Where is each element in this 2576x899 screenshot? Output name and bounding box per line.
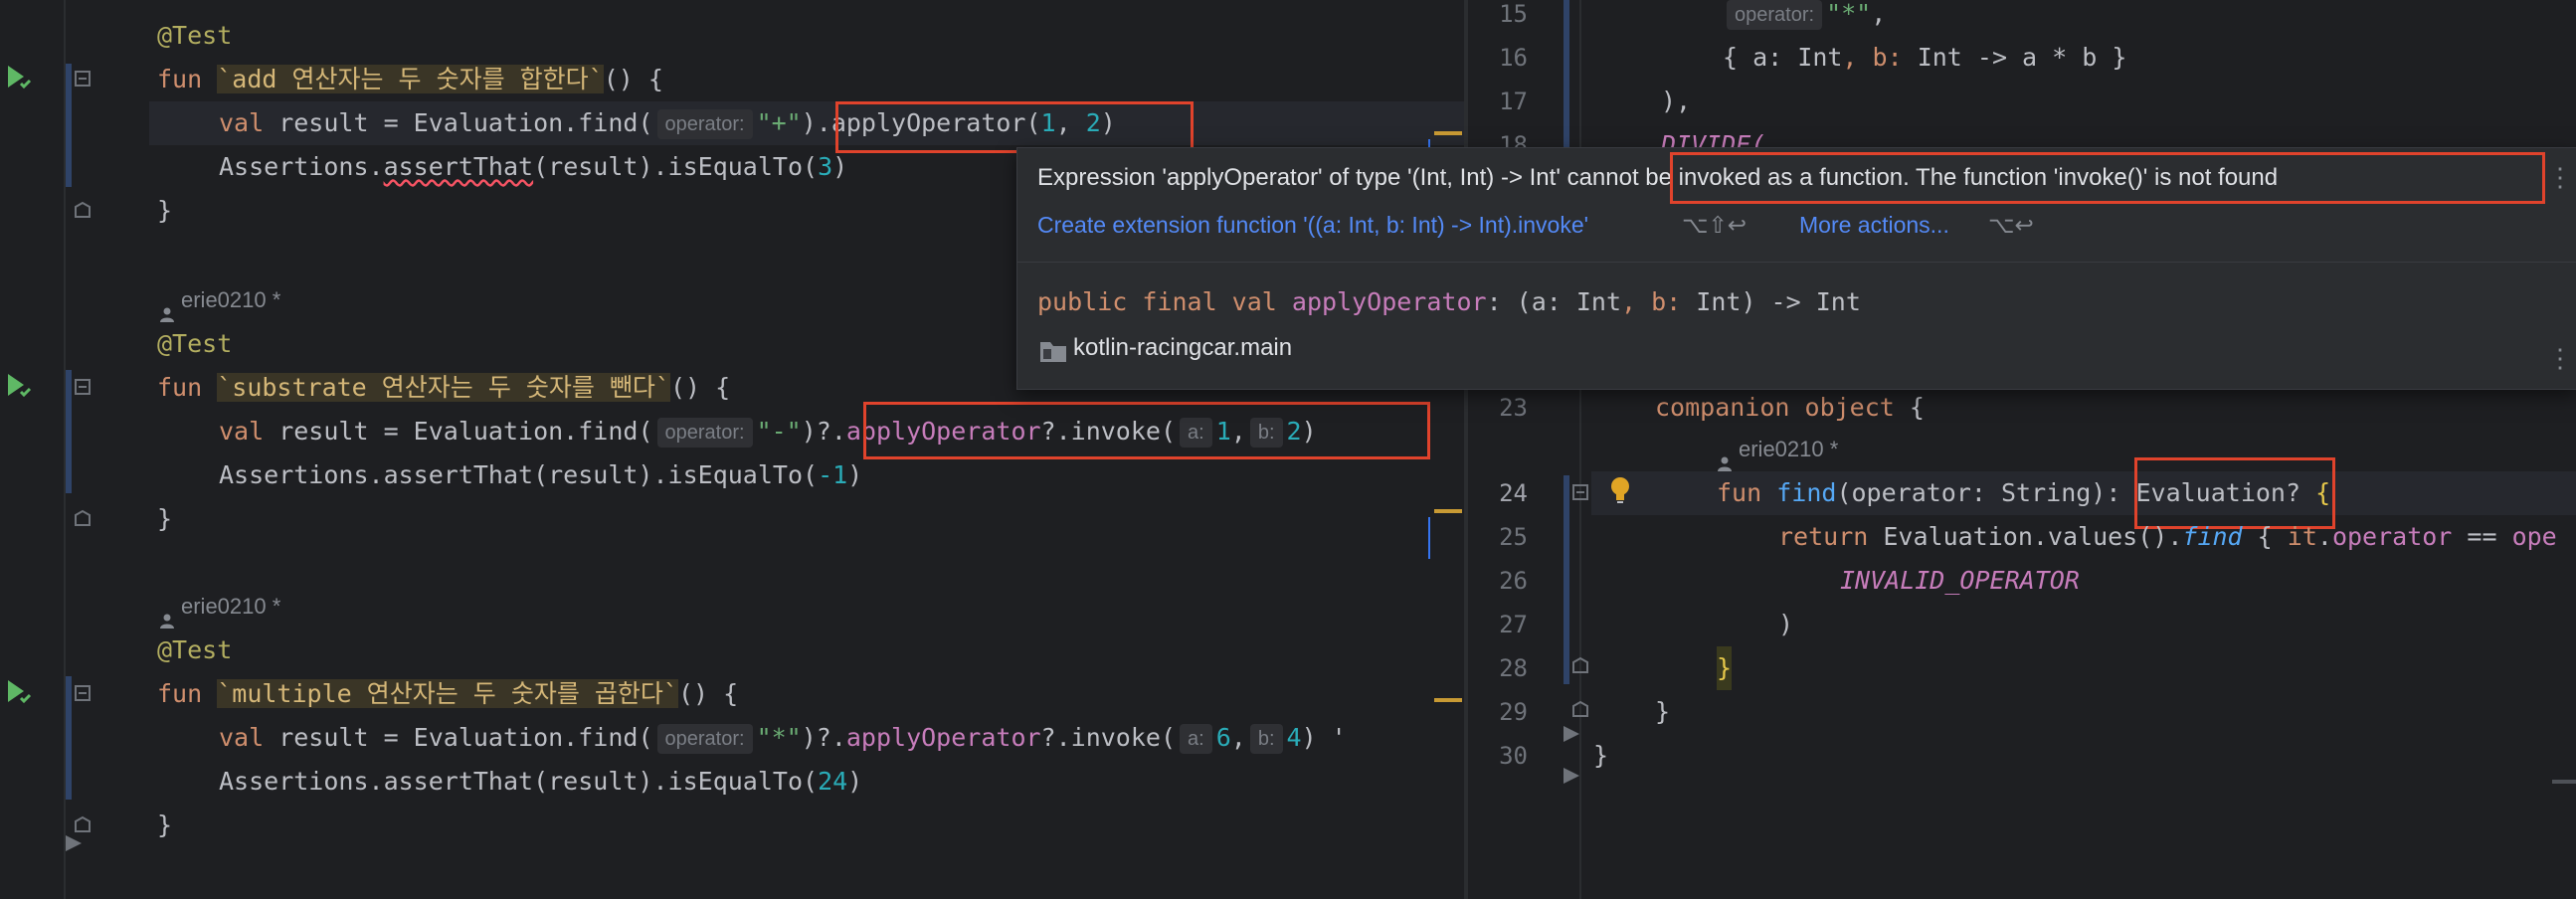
more-actions-link[interactable]: More actions... [1799,212,1949,239]
param-hint: b: [1249,724,1283,754]
bookmark-arrow-icon[interactable] [64,833,84,857]
fold-end-icon[interactable] [1571,656,1589,678]
declaration-signature: public final val applyOperator: (a: Int,… [1037,287,1861,316]
author-icon [159,600,175,629]
more-actions-shortcut: ⌥↩ [1988,212,2034,238]
test-annotation: @Test [157,21,233,50]
param-hint: operator: [656,418,753,448]
code-line-assert: Assertions.assertThat(result).isEqualTo(… [219,460,863,489]
line-number: 24 [1499,479,1528,507]
more-options-icon[interactable]: ⋮ [2547,162,2573,193]
closing-brace: } [157,196,173,225]
module-folder-icon [1039,339,1067,367]
line-number: 28 [1499,654,1528,682]
line-number: 30 [1499,742,1528,770]
test-function-declaration: fun `multiple 연산자는 두 숫자를 곱한다`() { [157,679,739,708]
module-name[interactable]: kotlin-racingcar.main [1073,334,1292,362]
test-name: `multiple 연산자는 두 숫자를 곱한다` [217,679,678,708]
code-line: ) [1778,610,1794,638]
run-test-icon[interactable] [4,62,34,95]
test-name: `substrate 연산자는 두 숫자를 뺀다` [217,373,670,402]
blame-annotation: erie0210 * [159,585,280,629]
vcs-change-marker[interactable] [1564,475,1569,684]
left-editor-pane[interactable]: erie0210 * @Test fun `add 연산자는 두 숫자를 합한다… [0,0,1464,899]
vcs-change-marker[interactable] [66,370,72,493]
fold-end-icon[interactable] [74,509,92,531]
lightbulb-icon[interactable] [1607,475,1633,509]
code-line: ), [1661,87,1692,115]
line-number: 26 [1499,567,1528,595]
param-hint: a: [1180,724,1212,754]
closing-brace: } [157,810,173,839]
error-tooltip-popup[interactable]: Expression 'applyOperator' of type '(Int… [1016,147,2576,390]
test-name: `add 연산자는 두 숫자를 합한다` [217,65,604,93]
create-extension-function-link[interactable]: Create extension function '((a: Int, b: … [1037,212,1588,239]
caret-row-marker [1428,517,1430,559]
bookmark-arrow-icon[interactable] [1562,766,1581,790]
code-line: { a: Int, b: Int -> a * b } [1723,43,2127,72]
code-line: companion object { [1655,393,1925,422]
line-number: 17 [1499,88,1528,115]
code-line: INVALID_OPERATOR [1840,566,2080,595]
line-number: 27 [1499,611,1528,638]
line-number: 23 [1499,394,1528,422]
line-number: 16 [1499,44,1528,72]
code-line-invoke-call: val result = Evaluation.find(operator: "*… [219,723,1347,754]
fold-end-icon[interactable] [74,201,92,223]
author-icon [159,293,175,323]
code-line: } [1717,646,1733,690]
param-hint: operator: [1727,0,1823,30]
test-function-declaration: fun `substrate 연산자는 두 숫자를 뺀다`() { [157,373,731,402]
code-line-assert: Assertions.assertThat(result).isEqualTo(… [219,152,848,181]
test-annotation: @Test [157,329,233,358]
test-function-declaration: fun `add 연산자는 두 숫자를 합한다`() { [157,65,663,93]
line-number: 15 [1499,0,1528,28]
code-line: } [1655,697,1671,726]
author-icon [1717,443,1733,472]
right-editor-pane[interactable]: 15 16 17 18 23 24 25 26 27 28 29 30 oper… [1468,0,2576,899]
fold-end-icon[interactable] [1571,700,1589,722]
param-hint: operator: [656,724,753,754]
fold-icon[interactable] [74,684,92,706]
bookmark-arrow-icon[interactable] [1562,724,1581,748]
blame-annotation: erie0210 * [1717,428,1838,472]
code-line: operator: "*", [1723,0,1886,36]
code-line-assert: Assertions.assertThat(result).isEqualTo(… [219,767,863,796]
closing-brace: } [157,504,173,533]
line-number: 29 [1499,698,1528,726]
param-hint: operator: [656,109,753,139]
vcs-change-marker[interactable] [66,676,72,800]
error-highlight-box [835,101,1194,153]
code-line: } [1593,741,1609,770]
fold-icon[interactable] [1571,483,1589,505]
documentation-section [1017,263,2576,389]
blame-annotation: erie0210 * [159,278,280,323]
left-gutter [0,0,149,899]
warning-stripe[interactable] [1434,131,1462,135]
right-change-strip [1579,0,1581,899]
run-test-icon[interactable] [4,676,34,710]
warning-stripe[interactable] [1434,509,1462,513]
fold-icon[interactable] [74,378,92,400]
blame-annotation: erie0210 * [185,0,284,14]
invoke-highlight-box [863,402,1430,459]
scroll-marker[interactable] [2552,780,2576,784]
vcs-change-marker[interactable] [66,64,72,187]
more-options-icon[interactable]: ⋮ [2547,343,2573,374]
run-test-icon[interactable] [4,370,34,404]
warning-stripe[interactable] [1434,698,1462,702]
fold-icon[interactable] [74,70,92,91]
line-number: 25 [1499,523,1528,551]
code-line: return Evaluation.values().find { it.ope… [1778,522,2557,551]
error-text-highlight-box [1670,152,2545,204]
test-annotation: @Test [157,635,233,664]
quick-fix-shortcut: ⌥⇧↩ [1682,212,1748,238]
